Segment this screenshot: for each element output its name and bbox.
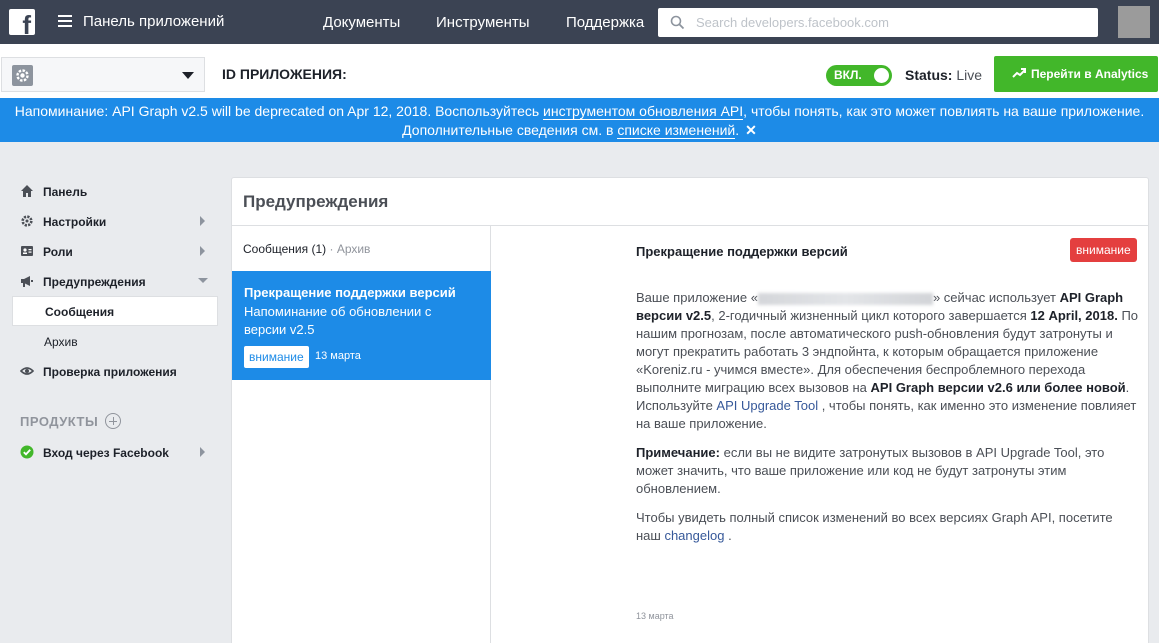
chevron-down-icon bbox=[182, 72, 194, 79]
toggle-label: ВКЛ. bbox=[834, 68, 862, 82]
text: . bbox=[724, 528, 732, 543]
detail-paragraph: Чтобы увидеть полный список изменений во… bbox=[636, 509, 1138, 545]
note-label: Примечание: bbox=[636, 445, 720, 460]
banner-text: Дополнительные сведения см. в bbox=[402, 122, 618, 138]
sidebar-item-dashboard[interactable]: Панель bbox=[12, 176, 218, 206]
search-input[interactable] bbox=[696, 12, 1086, 33]
app-selector-dropdown[interactable] bbox=[1, 57, 205, 92]
app-header-bar: ID ПРИЛОЖЕНИЯ: ВКЛ. Status: Live Перейти… bbox=[0, 44, 1159, 98]
detail-paragraph: Примечание: если вы не видите затронутых… bbox=[636, 444, 1138, 498]
search-icon bbox=[670, 15, 685, 30]
list-item[interactable]: Прекращение поддержки версий Напоминание… bbox=[232, 271, 491, 380]
message-title: Прекращение поддержки версий bbox=[244, 285, 456, 300]
gear-icon bbox=[21, 215, 33, 227]
sidebar-item-facebook-login[interactable]: Вход через Facebook bbox=[12, 437, 218, 467]
megaphone-icon bbox=[21, 276, 33, 287]
home-icon bbox=[21, 185, 33, 197]
nav-support-link[interactable]: Поддержка bbox=[566, 14, 644, 31]
trend-up-icon bbox=[1012, 68, 1026, 78]
deprecation-banner: Напоминание: API Graph v2.5 will be depr… bbox=[0, 98, 1159, 142]
id-card-icon bbox=[21, 246, 33, 256]
tab-separator: · bbox=[326, 242, 337, 256]
app-status: Status: Live bbox=[905, 67, 982, 83]
status-badge: внимание bbox=[1070, 238, 1137, 262]
text: Ваше приложение « bbox=[636, 290, 758, 305]
detail-title: Прекращение поддержки версий bbox=[636, 244, 848, 259]
check-circle-icon bbox=[20, 445, 34, 459]
banner-text: , чтобы понять, как это может повлиять н… bbox=[743, 103, 1145, 119]
changelog-link[interactable]: списке изменений bbox=[617, 122, 736, 139]
eye-icon bbox=[20, 367, 34, 375]
live-toggle[interactable]: ВКЛ. bbox=[826, 65, 892, 86]
sidebar-item-label: Архив bbox=[44, 335, 78, 349]
sidebar-item-settings[interactable]: Настройки bbox=[12, 206, 218, 236]
go-to-analytics-button[interactable]: Перейти в Analytics bbox=[994, 56, 1158, 92]
app-gear-icon bbox=[12, 65, 33, 86]
chevron-right-icon bbox=[200, 447, 205, 457]
banner-text: Напоминание: API Graph v2.5 will be depr… bbox=[14, 103, 544, 119]
sidebar-item-label: Роли bbox=[43, 245, 73, 259]
top-nav-bar: f Панель приложений Документы Инструмент… bbox=[0, 0, 1159, 44]
sidebar-item-label: Вход через Facebook bbox=[43, 446, 169, 460]
sidebar-item-archive[interactable]: Архив bbox=[12, 326, 218, 356]
text: API Graph версии v2.6 или более новой bbox=[870, 380, 1126, 395]
close-icon[interactable]: ✕ bbox=[745, 122, 757, 138]
message-subtitle: Напоминание об обновлении с версии v2.5 bbox=[244, 304, 432, 337]
upgrade-tool-link[interactable]: инструментом обновления API bbox=[543, 103, 744, 120]
sidebar-item-app-review[interactable]: Проверка приложения bbox=[12, 356, 218, 386]
chevron-down-icon bbox=[198, 278, 208, 283]
alerts-panel: Предупреждения Сообщения (1) · Архив Пре… bbox=[231, 177, 1149, 643]
add-product-icon[interactable] bbox=[105, 413, 121, 429]
analytics-button-label: Перейти в Analytics bbox=[1031, 67, 1149, 81]
message-list: Сообщения (1) · Архив Прекращение поддер… bbox=[232, 226, 491, 643]
detail-paragraph: Ваше приложение « » сейчас использует API… bbox=[636, 289, 1138, 433]
message-tabs: Сообщения (1) · Архив bbox=[243, 242, 370, 256]
sidebar-item-label: Панель bbox=[43, 185, 88, 199]
text: 12 April, 2018. bbox=[1030, 308, 1118, 323]
app-id-label: ID ПРИЛОЖЕНИЯ: bbox=[222, 66, 347, 82]
status-value: Live bbox=[956, 67, 983, 83]
sidebar-item-label: Предупреждения bbox=[43, 275, 146, 289]
page-title: Предупреждения bbox=[243, 192, 389, 211]
facebook-logo-icon[interactable]: f bbox=[9, 9, 35, 38]
app-panel-link[interactable]: Панель приложений bbox=[83, 13, 224, 30]
search-box bbox=[658, 8, 1098, 37]
text: , 2-годичный жизненный цикл которого зав… bbox=[711, 308, 1031, 323]
sidebar-item-alerts[interactable]: Предупреждения bbox=[12, 266, 218, 296]
sidebar-item-label: Сообщения bbox=[45, 305, 115, 319]
text: » сейчас использует bbox=[932, 290, 1060, 305]
chevron-right-icon bbox=[200, 246, 205, 256]
sidebar-item-label: Проверка приложения bbox=[43, 365, 177, 379]
sidebar-item-messages[interactable]: Сообщения bbox=[12, 296, 218, 326]
status-label: Status: bbox=[905, 67, 953, 83]
toggle-knob bbox=[874, 68, 889, 83]
chevron-right-icon bbox=[200, 216, 205, 226]
detail-body: Ваше приложение « » сейчас использует API… bbox=[636, 289, 1138, 556]
sidebar-item-roles[interactable]: Роли bbox=[12, 236, 218, 266]
avatar[interactable] bbox=[1118, 6, 1150, 38]
status-badge: внимание bbox=[244, 346, 309, 368]
detail-date: 13 марта bbox=[636, 611, 674, 621]
tab-messages[interactable]: Сообщения (1) bbox=[243, 242, 326, 256]
banner-text: . bbox=[735, 122, 740, 138]
sidebar-item-label: Настройки bbox=[43, 215, 107, 229]
api-upgrade-tool-link[interactable]: API Upgrade Tool bbox=[716, 398, 818, 413]
nav-docs-link[interactable]: Документы bbox=[323, 14, 400, 31]
menu-icon[interactable] bbox=[58, 15, 72, 27]
nav-tools-link[interactable]: Инструменты bbox=[436, 14, 530, 31]
products-header: ПРОДУКТЫ bbox=[20, 414, 99, 429]
changelog-link[interactable]: changelog bbox=[664, 528, 724, 543]
redacted-app-name bbox=[757, 292, 933, 305]
tab-archive[interactable]: Архив bbox=[337, 242, 371, 256]
message-date: 13 марта bbox=[315, 350, 361, 362]
